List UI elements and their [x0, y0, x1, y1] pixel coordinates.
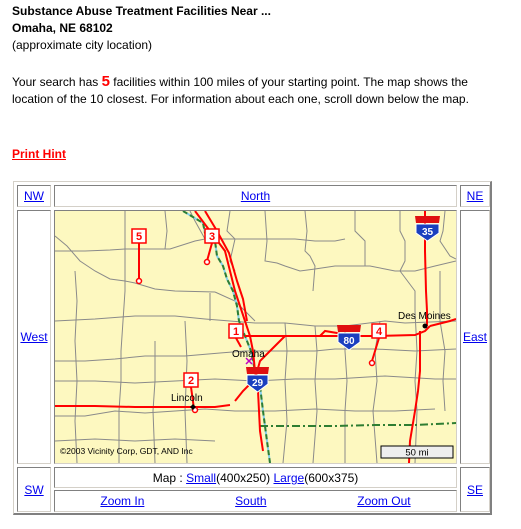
pan-nw-link[interactable]: NW [24, 189, 44, 203]
map-image[interactable]: 5 3 1 2 4 35 80 29 Omaha Lincoln Des Moi… [55, 211, 456, 463]
svg-text:5: 5 [136, 231, 142, 243]
east-cell: East [460, 210, 490, 464]
print-hint-link[interactable]: Print Hint [12, 147, 66, 161]
map-small-link[interactable]: Small [186, 471, 216, 485]
interstate-80-label: 80 [343, 336, 355, 347]
map-size-cell: Map : Small (400x250) Large (600x375) [54, 467, 457, 488]
svg-text:4: 4 [376, 326, 383, 338]
city-label-omaha: Omaha [232, 349, 265, 360]
pan-east-link[interactable]: East [463, 330, 487, 344]
sw-cell: SW [17, 467, 51, 512]
summary-prefix: Your search has [12, 75, 102, 89]
map-cell: 5 3 1 2 4 35 80 29 Omaha Lincoln Des Moi… [54, 210, 457, 464]
pan-se-link[interactable]: SE [467, 483, 483, 497]
ne-cell: NE [460, 185, 490, 207]
search-location: Omaha, NE 68102 [12, 21, 113, 35]
pan-west-link[interactable]: West [20, 330, 47, 344]
city-label-des-moines: Des Moines [398, 311, 451, 322]
zoom-row: Zoom In South Zoom Out [54, 490, 457, 512]
nw-cell: NW [17, 185, 51, 207]
map-copyright: ©2003 Vicinity Corp, GDT, AND Inc [60, 446, 193, 456]
scale-label: 50 mi [405, 448, 428, 459]
north-cell: North [54, 185, 457, 207]
location-note: (approximate city location) [12, 38, 153, 52]
west-cell: West [17, 210, 51, 464]
pan-ne-link[interactable]: NE [467, 189, 484, 203]
map-navigation-table: NW North NE West 5 3 1 2 4 35 80 29 Omah… [13, 181, 492, 515]
page-title: Substance Abuse Treatment Facilities Nea… [12, 4, 271, 18]
map-small-dims: (400x250) [216, 470, 271, 485]
zoom-in-link[interactable]: Zoom In [100, 494, 144, 508]
svg-text:3: 3 [209, 231, 215, 243]
interstate-29-label: 29 [252, 378, 264, 389]
map-large-link[interactable]: Large [274, 471, 305, 485]
pan-south-link[interactable]: South [235, 494, 266, 508]
pan-north-link[interactable]: North [241, 189, 270, 203]
map-large-dims: (600x375) [304, 470, 359, 485]
se-cell: SE [460, 467, 490, 512]
svg-text:2: 2 [188, 375, 194, 387]
facility-count: 5 [101, 73, 110, 90]
pan-sw-link[interactable]: SW [24, 483, 43, 497]
scale-bar: 50 mi [380, 445, 454, 459]
svg-text:1: 1 [233, 326, 239, 338]
interstate-35-label: 35 [422, 227, 434, 238]
city-label-lincoln: Lincoln [171, 393, 203, 404]
map-size-label: Map : [152, 470, 187, 485]
zoom-out-link[interactable]: Zoom Out [357, 494, 410, 508]
search-summary: Your search has 5 facilities within 100 … [12, 73, 507, 108]
